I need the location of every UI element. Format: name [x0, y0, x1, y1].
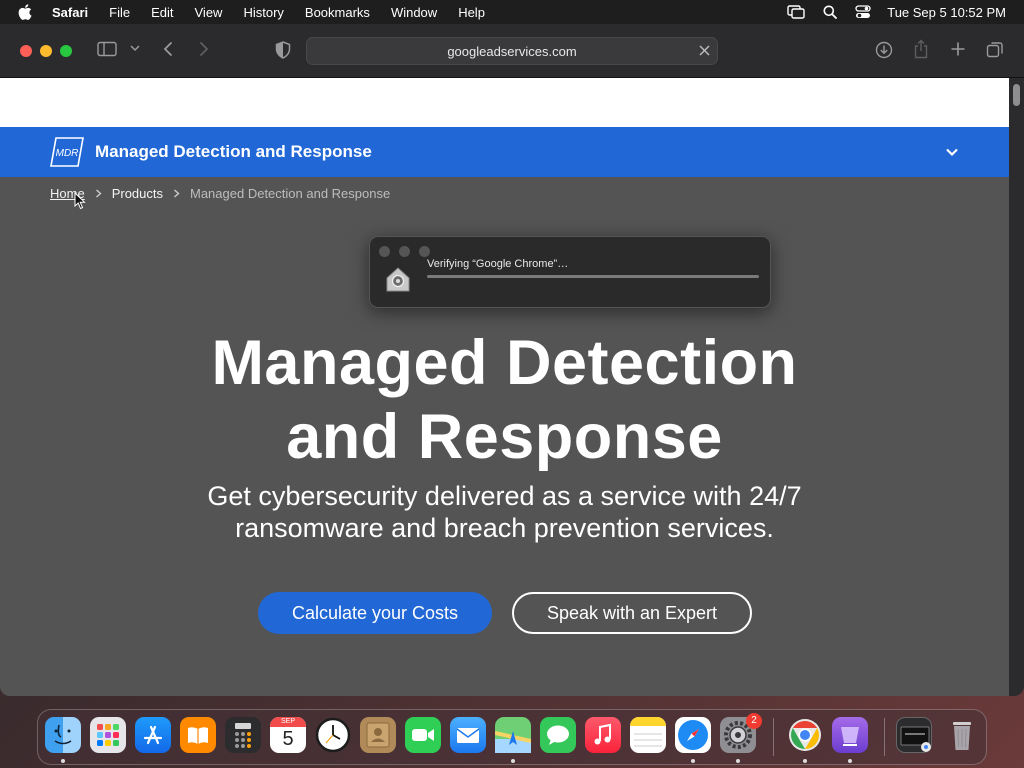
page-scrollbar[interactable] — [1009, 78, 1024, 696]
chevron-down-icon[interactable] — [130, 44, 140, 52]
mail-dock-icon[interactable] — [450, 717, 486, 753]
spotlight-search-icon[interactable] — [823, 5, 838, 19]
address-bar-url[interactable]: googleadservices.com — [307, 44, 717, 59]
sidebar-toggle-icon[interactable] — [97, 41, 117, 57]
running-indicator — [848, 759, 852, 763]
trash-dock-icon[interactable] — [944, 717, 980, 753]
google-chrome-dock-icon[interactable] — [787, 717, 823, 753]
hero-title-line2: and Response — [286, 402, 723, 472]
calculate-costs-button[interactable]: Calculate your Costs — [258, 592, 492, 634]
messages-dock-icon[interactable] — [540, 717, 576, 753]
dock-separator — [773, 718, 774, 756]
menu-bar: Safari File Edit View History Bookmarks … — [0, 0, 1024, 24]
verification-progress-bar — [427, 275, 759, 278]
running-indicator — [736, 759, 740, 763]
screen-mirroring-icon[interactable] — [787, 5, 805, 19]
clock-dock-icon[interactable] — [315, 717, 351, 753]
app-store-dock-icon[interactable] — [135, 717, 171, 753]
maps-dock-icon[interactable] — [494, 717, 532, 753]
menu-app-name[interactable]: Safari — [52, 5, 88, 20]
dock-separator — [884, 718, 885, 756]
apple-menu-icon[interactable] — [18, 4, 38, 20]
chevron-right-icon — [173, 189, 180, 198]
menu-history[interactable]: History — [243, 5, 283, 20]
chevron-down-icon[interactable] — [945, 144, 959, 162]
minimize-window-button[interactable] — [40, 45, 52, 57]
address-bar[interactable]: googleadservices.com — [306, 37, 718, 65]
launchpad-dock-icon[interactable] — [90, 717, 126, 753]
hero-title-line1: Managed Detection — [211, 328, 798, 398]
product-nav-title: Managed Detection and Response — [95, 142, 372, 161]
privacy-shield-icon[interactable] — [275, 41, 291, 59]
running-indicator — [803, 759, 807, 763]
product-nav-bar[interactable]: MDR Managed Detection and Response — [0, 127, 1009, 177]
breadcrumb-products-link[interactable]: Products — [112, 186, 163, 201]
safari-window: googleadservices.com MDR Managed Detecti… — [0, 24, 1024, 696]
site-header — [0, 78, 1009, 127]
menu-bookmarks[interactable]: Bookmarks — [305, 5, 370, 20]
control-center-icon[interactable] — [855, 5, 871, 19]
dialog-close-button[interactable] — [379, 246, 390, 257]
menu-help[interactable]: Help — [458, 5, 485, 20]
new-tab-plus-icon[interactable] — [950, 41, 966, 57]
finder-dock-icon[interactable] — [45, 717, 81, 753]
simulator-dock-icon[interactable] — [832, 717, 868, 753]
music-dock-icon[interactable] — [585, 717, 621, 753]
calculator-dock-icon[interactable] — [225, 717, 261, 753]
zoom-window-button[interactable] — [60, 45, 72, 57]
running-indicator — [61, 759, 65, 763]
svg-text:MDR: MDR — [56, 148, 79, 159]
hero-title: Managed Detection and Response — [0, 326, 1009, 474]
breadcrumb: Home Products Managed Detection and Resp… — [50, 186, 390, 201]
scrollbar-thumb[interactable] — [1013, 84, 1020, 106]
menu-view[interactable]: View — [195, 5, 223, 20]
clear-url-icon[interactable] — [698, 44, 711, 62]
menu-file[interactable]: File — [109, 5, 130, 20]
verifying-dialog: Verifying “Google Chrome”… — [369, 236, 771, 308]
mouse-pointer-icon — [74, 191, 86, 215]
facetime-dock-icon[interactable] — [405, 717, 441, 753]
menu-edit[interactable]: Edit — [151, 5, 173, 20]
back-arrow-icon[interactable] — [162, 41, 174, 57]
running-indicator — [691, 759, 695, 763]
books-dock-icon[interactable] — [180, 717, 216, 753]
downloads-icon[interactable] — [875, 41, 893, 59]
menu-clock[interactable]: Tue Sep 5 10:52 PM — [887, 5, 1006, 20]
settings-notification-badge: 2 — [746, 713, 762, 729]
tab-overview-icon[interactable] — [986, 41, 1004, 59]
browser-toolbar: googleadservices.com — [0, 24, 1024, 78]
calendar-dock-icon[interactable]: SEP 5 — [270, 717, 306, 753]
calendar-month: SEP — [270, 717, 306, 727]
speak-with-expert-button[interactable]: Speak with an Expert — [512, 592, 752, 634]
web-page: MDR Managed Detection and Response Home … — [0, 78, 1009, 696]
mdr-logo-icon: MDR — [50, 136, 84, 168]
dialog-zoom-button[interactable] — [419, 246, 430, 257]
close-window-button[interactable] — [20, 45, 32, 57]
safari-dock-icon[interactable] — [675, 717, 711, 753]
chevron-right-icon — [95, 189, 102, 198]
hero-subtitle-line1: Get cybersecurity delivered as a service… — [207, 481, 802, 511]
share-icon[interactable] — [913, 39, 929, 59]
running-indicator — [511, 759, 515, 763]
dock: SEP 5 2 — [37, 709, 987, 765]
calendar-day: 5 — [282, 728, 294, 750]
contacts-dock-icon[interactable] — [360, 717, 396, 753]
forward-arrow-icon[interactable] — [198, 41, 210, 57]
downloads-stack-dock-icon[interactable] — [896, 717, 932, 753]
notes-dock-icon[interactable] — [630, 717, 666, 753]
dialog-minimize-button[interactable] — [399, 246, 410, 257]
hero-subtitle: Get cybersecurity delivered as a service… — [0, 480, 1009, 544]
hero-subtitle-line2: ransomware and breach prevention service… — [235, 513, 774, 543]
gatekeeper-house-icon — [384, 265, 412, 298]
breadcrumb-current: Managed Detection and Response — [190, 186, 391, 201]
dialog-message: Verifying “Google Chrome”… — [427, 258, 569, 270]
menu-window[interactable]: Window — [391, 5, 437, 20]
